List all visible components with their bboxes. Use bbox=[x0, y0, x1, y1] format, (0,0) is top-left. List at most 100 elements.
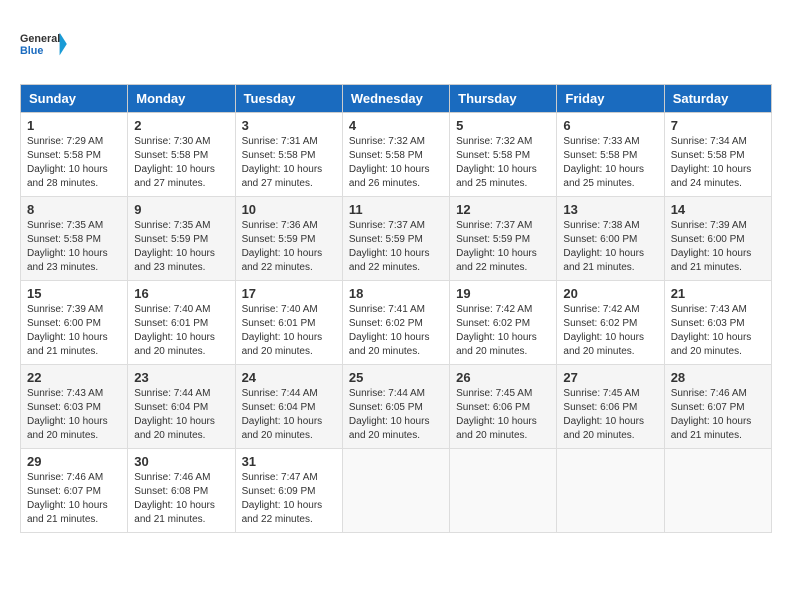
calendar-cell: 4 Sunrise: 7:32 AMSunset: 5:58 PMDayligh… bbox=[342, 113, 449, 197]
calendar-cell: 12 Sunrise: 7:37 AMSunset: 5:59 PMDaylig… bbox=[450, 197, 557, 281]
calendar-cell: 14 Sunrise: 7:39 AMSunset: 6:00 PMDaylig… bbox=[664, 197, 771, 281]
weekday-header-thursday: Thursday bbox=[450, 85, 557, 113]
calendar-cell: 24 Sunrise: 7:44 AMSunset: 6:04 PMDaylig… bbox=[235, 365, 342, 449]
day-info: Sunrise: 7:39 AMSunset: 6:00 PMDaylight:… bbox=[27, 303, 121, 359]
day-number: 2 bbox=[134, 118, 228, 133]
calendar-cell: 31 Sunrise: 7:47 AMSunset: 6:09 PMDaylig… bbox=[235, 449, 342, 533]
calendar-cell: 23 Sunrise: 7:44 AMSunset: 6:04 PMDaylig… bbox=[128, 365, 235, 449]
calendar-cell: 3 Sunrise: 7:31 AMSunset: 5:58 PMDayligh… bbox=[235, 113, 342, 197]
day-number: 10 bbox=[242, 202, 336, 217]
calendar-cell bbox=[342, 449, 449, 533]
day-info: Sunrise: 7:47 AMSunset: 6:09 PMDaylight:… bbox=[242, 471, 336, 527]
day-number: 9 bbox=[134, 202, 228, 217]
day-number: 25 bbox=[349, 370, 443, 385]
weekday-header-tuesday: Tuesday bbox=[235, 85, 342, 113]
svg-text:Blue: Blue bbox=[20, 45, 43, 57]
weekday-header-saturday: Saturday bbox=[664, 85, 771, 113]
calendar-cell: 26 Sunrise: 7:45 AMSunset: 6:06 PMDaylig… bbox=[450, 365, 557, 449]
day-number: 19 bbox=[456, 286, 550, 301]
day-info: Sunrise: 7:30 AMSunset: 5:58 PMDaylight:… bbox=[134, 135, 228, 191]
calendar-week-row: 15 Sunrise: 7:39 AMSunset: 6:00 PMDaylig… bbox=[21, 281, 772, 365]
day-number: 18 bbox=[349, 286, 443, 301]
day-number: 31 bbox=[242, 454, 336, 469]
calendar-cell: 11 Sunrise: 7:37 AMSunset: 5:59 PMDaylig… bbox=[342, 197, 449, 281]
day-number: 3 bbox=[242, 118, 336, 133]
day-info: Sunrise: 7:38 AMSunset: 6:00 PMDaylight:… bbox=[563, 219, 657, 275]
calendar-cell: 13 Sunrise: 7:38 AMSunset: 6:00 PMDaylig… bbox=[557, 197, 664, 281]
day-info: Sunrise: 7:42 AMSunset: 6:02 PMDaylight:… bbox=[563, 303, 657, 359]
day-info: Sunrise: 7:44 AMSunset: 6:05 PMDaylight:… bbox=[349, 387, 443, 443]
day-info: Sunrise: 7:44 AMSunset: 6:04 PMDaylight:… bbox=[242, 387, 336, 443]
calendar-week-row: 29 Sunrise: 7:46 AMSunset: 6:07 PMDaylig… bbox=[21, 449, 772, 533]
calendar-cell: 15 Sunrise: 7:39 AMSunset: 6:00 PMDaylig… bbox=[21, 281, 128, 365]
day-number: 7 bbox=[671, 118, 765, 133]
day-info: Sunrise: 7:35 AMSunset: 5:58 PMDaylight:… bbox=[27, 219, 121, 275]
calendar-cell: 19 Sunrise: 7:42 AMSunset: 6:02 PMDaylig… bbox=[450, 281, 557, 365]
weekday-header-row: SundayMondayTuesdayWednesdayThursdayFrid… bbox=[21, 85, 772, 113]
day-info: Sunrise: 7:42 AMSunset: 6:02 PMDaylight:… bbox=[456, 303, 550, 359]
calendar-table: SundayMondayTuesdayWednesdayThursdayFrid… bbox=[20, 84, 772, 533]
calendar-cell: 16 Sunrise: 7:40 AMSunset: 6:01 PMDaylig… bbox=[128, 281, 235, 365]
day-info: Sunrise: 7:35 AMSunset: 5:59 PMDaylight:… bbox=[134, 219, 228, 275]
calendar-cell: 25 Sunrise: 7:44 AMSunset: 6:05 PMDaylig… bbox=[342, 365, 449, 449]
calendar-cell: 18 Sunrise: 7:41 AMSunset: 6:02 PMDaylig… bbox=[342, 281, 449, 365]
day-number: 5 bbox=[456, 118, 550, 133]
calendar-cell: 9 Sunrise: 7:35 AMSunset: 5:59 PMDayligh… bbox=[128, 197, 235, 281]
weekday-header-sunday: Sunday bbox=[21, 85, 128, 113]
day-number: 12 bbox=[456, 202, 550, 217]
day-info: Sunrise: 7:46 AMSunset: 6:07 PMDaylight:… bbox=[27, 471, 121, 527]
weekday-header-wednesday: Wednesday bbox=[342, 85, 449, 113]
day-info: Sunrise: 7:32 AMSunset: 5:58 PMDaylight:… bbox=[349, 135, 443, 191]
calendar-cell bbox=[664, 449, 771, 533]
weekday-header-monday: Monday bbox=[128, 85, 235, 113]
svg-text:General: General bbox=[20, 33, 60, 45]
day-info: Sunrise: 7:43 AMSunset: 6:03 PMDaylight:… bbox=[671, 303, 765, 359]
calendar-cell: 6 Sunrise: 7:33 AMSunset: 5:58 PMDayligh… bbox=[557, 113, 664, 197]
calendar-cell: 29 Sunrise: 7:46 AMSunset: 6:07 PMDaylig… bbox=[21, 449, 128, 533]
day-number: 20 bbox=[563, 286, 657, 301]
calendar-cell bbox=[450, 449, 557, 533]
day-number: 17 bbox=[242, 286, 336, 301]
day-info: Sunrise: 7:44 AMSunset: 6:04 PMDaylight:… bbox=[134, 387, 228, 443]
calendar-cell: 27 Sunrise: 7:45 AMSunset: 6:06 PMDaylig… bbox=[557, 365, 664, 449]
calendar-cell: 10 Sunrise: 7:36 AMSunset: 5:59 PMDaylig… bbox=[235, 197, 342, 281]
logo-icon: General Blue bbox=[20, 20, 68, 68]
day-number: 16 bbox=[134, 286, 228, 301]
day-number: 14 bbox=[671, 202, 765, 217]
day-number: 24 bbox=[242, 370, 336, 385]
day-info: Sunrise: 7:39 AMSunset: 6:00 PMDaylight:… bbox=[671, 219, 765, 275]
calendar-week-row: 1 Sunrise: 7:29 AMSunset: 5:58 PMDayligh… bbox=[21, 113, 772, 197]
weekday-header-friday: Friday bbox=[557, 85, 664, 113]
day-info: Sunrise: 7:46 AMSunset: 6:07 PMDaylight:… bbox=[671, 387, 765, 443]
calendar-cell bbox=[557, 449, 664, 533]
day-info: Sunrise: 7:29 AMSunset: 5:58 PMDaylight:… bbox=[27, 135, 121, 191]
day-number: 27 bbox=[563, 370, 657, 385]
calendar-cell: 22 Sunrise: 7:43 AMSunset: 6:03 PMDaylig… bbox=[21, 365, 128, 449]
day-number: 22 bbox=[27, 370, 121, 385]
calendar-cell: 21 Sunrise: 7:43 AMSunset: 6:03 PMDaylig… bbox=[664, 281, 771, 365]
day-info: Sunrise: 7:41 AMSunset: 6:02 PMDaylight:… bbox=[349, 303, 443, 359]
day-info: Sunrise: 7:34 AMSunset: 5:58 PMDaylight:… bbox=[671, 135, 765, 191]
day-number: 11 bbox=[349, 202, 443, 217]
logo: General Blue bbox=[20, 20, 68, 68]
calendar-week-row: 22 Sunrise: 7:43 AMSunset: 6:03 PMDaylig… bbox=[21, 365, 772, 449]
calendar-cell: 7 Sunrise: 7:34 AMSunset: 5:58 PMDayligh… bbox=[664, 113, 771, 197]
calendar-cell: 20 Sunrise: 7:42 AMSunset: 6:02 PMDaylig… bbox=[557, 281, 664, 365]
day-number: 30 bbox=[134, 454, 228, 469]
day-info: Sunrise: 7:40 AMSunset: 6:01 PMDaylight:… bbox=[134, 303, 228, 359]
day-number: 21 bbox=[671, 286, 765, 301]
day-info: Sunrise: 7:36 AMSunset: 5:59 PMDaylight:… bbox=[242, 219, 336, 275]
calendar-cell: 5 Sunrise: 7:32 AMSunset: 5:58 PMDayligh… bbox=[450, 113, 557, 197]
page-header: General Blue bbox=[20, 20, 772, 68]
day-number: 13 bbox=[563, 202, 657, 217]
day-info: Sunrise: 7:33 AMSunset: 5:58 PMDaylight:… bbox=[563, 135, 657, 191]
day-info: Sunrise: 7:40 AMSunset: 6:01 PMDaylight:… bbox=[242, 303, 336, 359]
day-info: Sunrise: 7:32 AMSunset: 5:58 PMDaylight:… bbox=[456, 135, 550, 191]
day-info: Sunrise: 7:37 AMSunset: 5:59 PMDaylight:… bbox=[456, 219, 550, 275]
day-info: Sunrise: 7:46 AMSunset: 6:08 PMDaylight:… bbox=[134, 471, 228, 527]
calendar-cell: 28 Sunrise: 7:46 AMSunset: 6:07 PMDaylig… bbox=[664, 365, 771, 449]
day-info: Sunrise: 7:31 AMSunset: 5:58 PMDaylight:… bbox=[242, 135, 336, 191]
day-info: Sunrise: 7:45 AMSunset: 6:06 PMDaylight:… bbox=[563, 387, 657, 443]
day-info: Sunrise: 7:37 AMSunset: 5:59 PMDaylight:… bbox=[349, 219, 443, 275]
calendar-cell: 8 Sunrise: 7:35 AMSunset: 5:58 PMDayligh… bbox=[21, 197, 128, 281]
